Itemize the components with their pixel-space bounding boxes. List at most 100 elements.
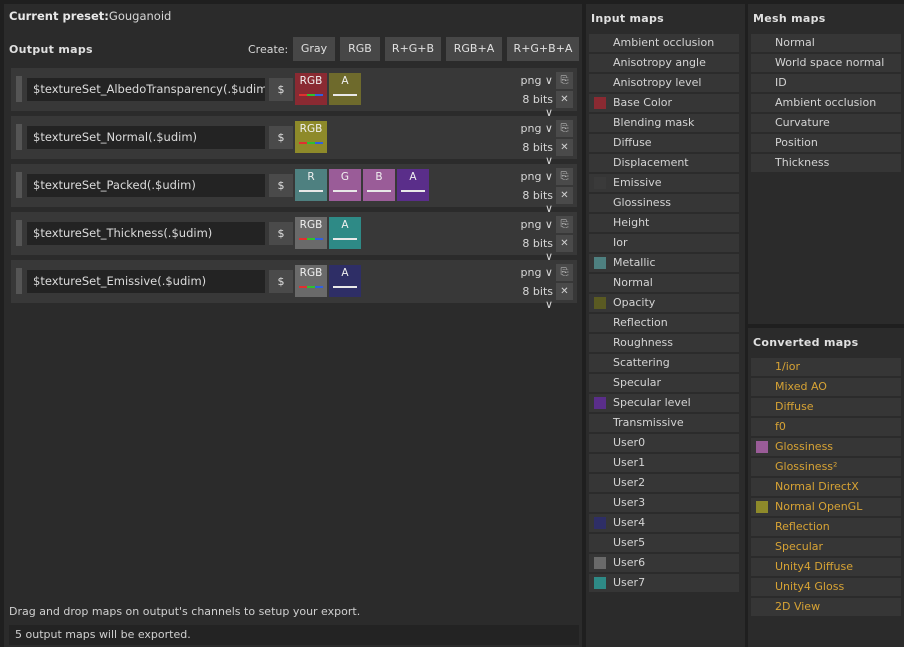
channel-slot[interactable]: RGB: [295, 121, 327, 153]
converted-map-item[interactable]: Normal DirectX: [751, 478, 901, 496]
input-map-item[interactable]: Blending mask: [589, 114, 739, 132]
mesh-map-item[interactable]: Position: [751, 134, 901, 152]
converted-map-item[interactable]: f0: [751, 418, 901, 436]
input-map-item[interactable]: User5: [589, 534, 739, 552]
channel-slot[interactable]: A: [329, 265, 361, 297]
insert-variable-button[interactable]: $: [269, 78, 293, 101]
input-map-item[interactable]: Base Color: [589, 94, 739, 112]
input-map-item[interactable]: Transmissive: [589, 414, 739, 432]
insert-variable-button[interactable]: $: [269, 222, 293, 245]
converted-map-item[interactable]: Unity4 Diffuse: [751, 558, 901, 576]
close-icon[interactable]: ✕: [556, 91, 573, 108]
input-map-item[interactable]: Metallic: [589, 254, 739, 272]
close-icon[interactable]: ✕: [556, 187, 573, 204]
input-map-item[interactable]: Reflection: [589, 314, 739, 332]
format-dropdown[interactable]: png ∨: [511, 122, 554, 135]
drag-handle[interactable]: [16, 172, 22, 198]
channel-slot[interactable]: G: [329, 169, 361, 201]
converted-map-item[interactable]: Glossiness²: [751, 458, 901, 476]
input-map-item[interactable]: Ambient occlusion: [589, 34, 739, 52]
converted-map-item[interactable]: Unity4 Gloss: [751, 578, 901, 596]
channel-slot[interactable]: A: [397, 169, 429, 201]
insert-variable-button[interactable]: $: [269, 126, 293, 149]
input-map-item[interactable]: User0: [589, 434, 739, 452]
converted-map-item[interactable]: Glossiness: [751, 438, 901, 456]
bit-depth-dropdown[interactable]: 8 bits ∨: [511, 285, 553, 311]
output-map-row[interactable]: $textureSet_Packed(.$udim) $ R G B Apng ∨ 8 bi…: [11, 164, 577, 215]
drag-handle[interactable]: [16, 220, 22, 246]
input-map-item[interactable]: User7: [589, 574, 739, 592]
output-name-field[interactable]: $textureSet_Normal(.$udim): [27, 126, 265, 149]
output-map-row[interactable]: $textureSet_Emissive(.$udim) $ RGB Apng ∨ 8 …: [11, 260, 577, 311]
input-map-item[interactable]: Scattering: [589, 354, 739, 372]
channel-slot[interactable]: B: [363, 169, 395, 201]
input-map-item[interactable]: Displacement: [589, 154, 739, 172]
copy-icon[interactable]: ⎘: [556, 120, 573, 137]
converted-map-item[interactable]: Reflection: [751, 518, 901, 536]
input-map-item[interactable]: Normal: [589, 274, 739, 292]
input-map-item[interactable]: User2: [589, 474, 739, 492]
insert-variable-button[interactable]: $: [269, 174, 293, 197]
drag-handle[interactable]: [16, 268, 22, 294]
create-r-g-b-button[interactable]: R+G+B: [385, 37, 441, 61]
mesh-map-item[interactable]: Thickness: [751, 154, 901, 172]
input-map-item[interactable]: User1: [589, 454, 739, 472]
close-icon[interactable]: ✕: [556, 283, 573, 300]
copy-icon[interactable]: ⎘: [556, 168, 573, 185]
channel-slot[interactable]: RGB: [295, 73, 327, 105]
converted-map-item[interactable]: 2D View: [751, 598, 901, 616]
converted-map-item[interactable]: Mixed AO: [751, 378, 901, 396]
mesh-map-item[interactable]: World space normal: [751, 54, 901, 72]
copy-icon[interactable]: ⎘: [556, 264, 573, 281]
close-icon[interactable]: ✕: [556, 139, 573, 156]
mesh-map-item[interactable]: ID: [751, 74, 901, 92]
format-dropdown[interactable]: png ∨: [511, 218, 554, 231]
output-name-field[interactable]: $textureSet_Emissive(.$udim): [27, 270, 265, 293]
output-name-field[interactable]: $textureSet_Packed(.$udim): [27, 174, 265, 197]
converted-map-item[interactable]: Normal OpenGL: [751, 498, 901, 516]
channel-slot[interactable]: RGB: [295, 217, 327, 249]
input-map-item[interactable]: Roughness: [589, 334, 739, 352]
output-name-field[interactable]: $textureSet_Thickness(.$udim): [27, 222, 265, 245]
channel-slot[interactable]: A: [329, 73, 361, 105]
format-dropdown[interactable]: png ∨: [511, 170, 554, 183]
drag-handle[interactable]: [16, 76, 22, 102]
create-rgb-button[interactable]: RGB: [340, 37, 380, 61]
input-map-item[interactable]: User4: [589, 514, 739, 532]
input-map-item[interactable]: User3: [589, 494, 739, 512]
channel-slot[interactable]: A: [329, 217, 361, 249]
format-dropdown[interactable]: png ∨: [511, 74, 554, 87]
input-map-item[interactable]: Anisotropy level: [589, 74, 739, 92]
copy-icon[interactable]: ⎘: [556, 72, 573, 89]
input-map-item[interactable]: Emissive: [589, 174, 739, 192]
output-map-row[interactable]: $textureSet_AlbedoTransparency(.$udim) $ R…: [11, 68, 577, 119]
create-rgb-a-button[interactable]: RGB+A: [446, 37, 502, 61]
input-map-item[interactable]: Specular level: [589, 394, 739, 412]
converted-map-item[interactable]: Diffuse: [751, 398, 901, 416]
input-map-item[interactable]: Opacity: [589, 294, 739, 312]
create-gray-button[interactable]: Gray: [293, 37, 335, 61]
channel-slot[interactable]: RGB: [295, 265, 327, 297]
input-map-item[interactable]: Specular: [589, 374, 739, 392]
input-map-item[interactable]: Diffuse: [589, 134, 739, 152]
output-name-field[interactable]: $textureSet_AlbedoTransparency(.$udim): [27, 78, 265, 101]
drag-handle[interactable]: [16, 124, 22, 150]
close-icon[interactable]: ✕: [556, 235, 573, 252]
format-dropdown[interactable]: png ∨: [511, 266, 554, 279]
create-r-g-b-a-button[interactable]: R+G+B+A: [507, 37, 579, 61]
mesh-map-item[interactable]: Curvature: [751, 114, 901, 132]
input-map-item[interactable]: Anisotropy angle: [589, 54, 739, 72]
input-map-item[interactable]: Height: [589, 214, 739, 232]
output-map-row[interactable]: $textureSet_Thickness(.$udim) $ RGB Apng ∨ 8…: [11, 212, 577, 263]
mesh-map-item[interactable]: Ambient occlusion: [751, 94, 901, 112]
converted-map-item[interactable]: Specular: [751, 538, 901, 556]
insert-variable-button[interactable]: $: [269, 270, 293, 293]
output-map-row[interactable]: $textureSet_Normal(.$udim) $ RGB png ∨ 8 bit…: [11, 116, 577, 167]
input-map-item[interactable]: User6: [589, 554, 739, 572]
copy-icon[interactable]: ⎘: [556, 216, 573, 233]
converted-map-item[interactable]: 1/ior: [751, 358, 901, 376]
channel-slot[interactable]: R: [295, 169, 327, 201]
input-map-item[interactable]: Glossiness: [589, 194, 739, 212]
input-map-item[interactable]: Ior: [589, 234, 739, 252]
mesh-map-item[interactable]: Normal: [751, 34, 901, 52]
